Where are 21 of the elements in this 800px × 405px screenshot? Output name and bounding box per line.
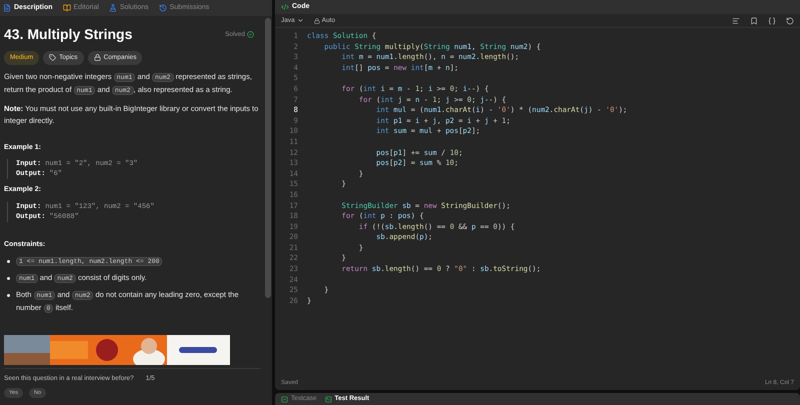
terminal-icon: [324, 396, 332, 402]
lock-icon: [94, 54, 101, 62]
problem-title: 43. Multiply Strings: [4, 25, 132, 44]
code-icon: [281, 3, 289, 11]
flask-icon: [108, 4, 117, 12]
bullet-icon: [7, 277, 10, 280]
format-icon[interactable]: [732, 16, 740, 24]
bullet-icon: [7, 260, 10, 264]
scrollbar-thumb[interactable]: [265, 18, 271, 298]
clock-icon: [158, 4, 167, 12]
document-icon: [3, 4, 11, 12]
bookmark-icon[interactable]: [750, 16, 758, 24]
bullet-icon: [7, 294, 10, 298]
checkbox-icon: [281, 396, 288, 402]
braces-icon[interactable]: [768, 16, 776, 24]
book-icon: [62, 4, 71, 12]
tag-icon: [49, 54, 56, 62]
lock-icon: [314, 18, 320, 24]
check-icon: [247, 31, 254, 38]
undo-icon[interactable]: [786, 16, 794, 24]
chevron-down-icon: [296, 17, 304, 24]
